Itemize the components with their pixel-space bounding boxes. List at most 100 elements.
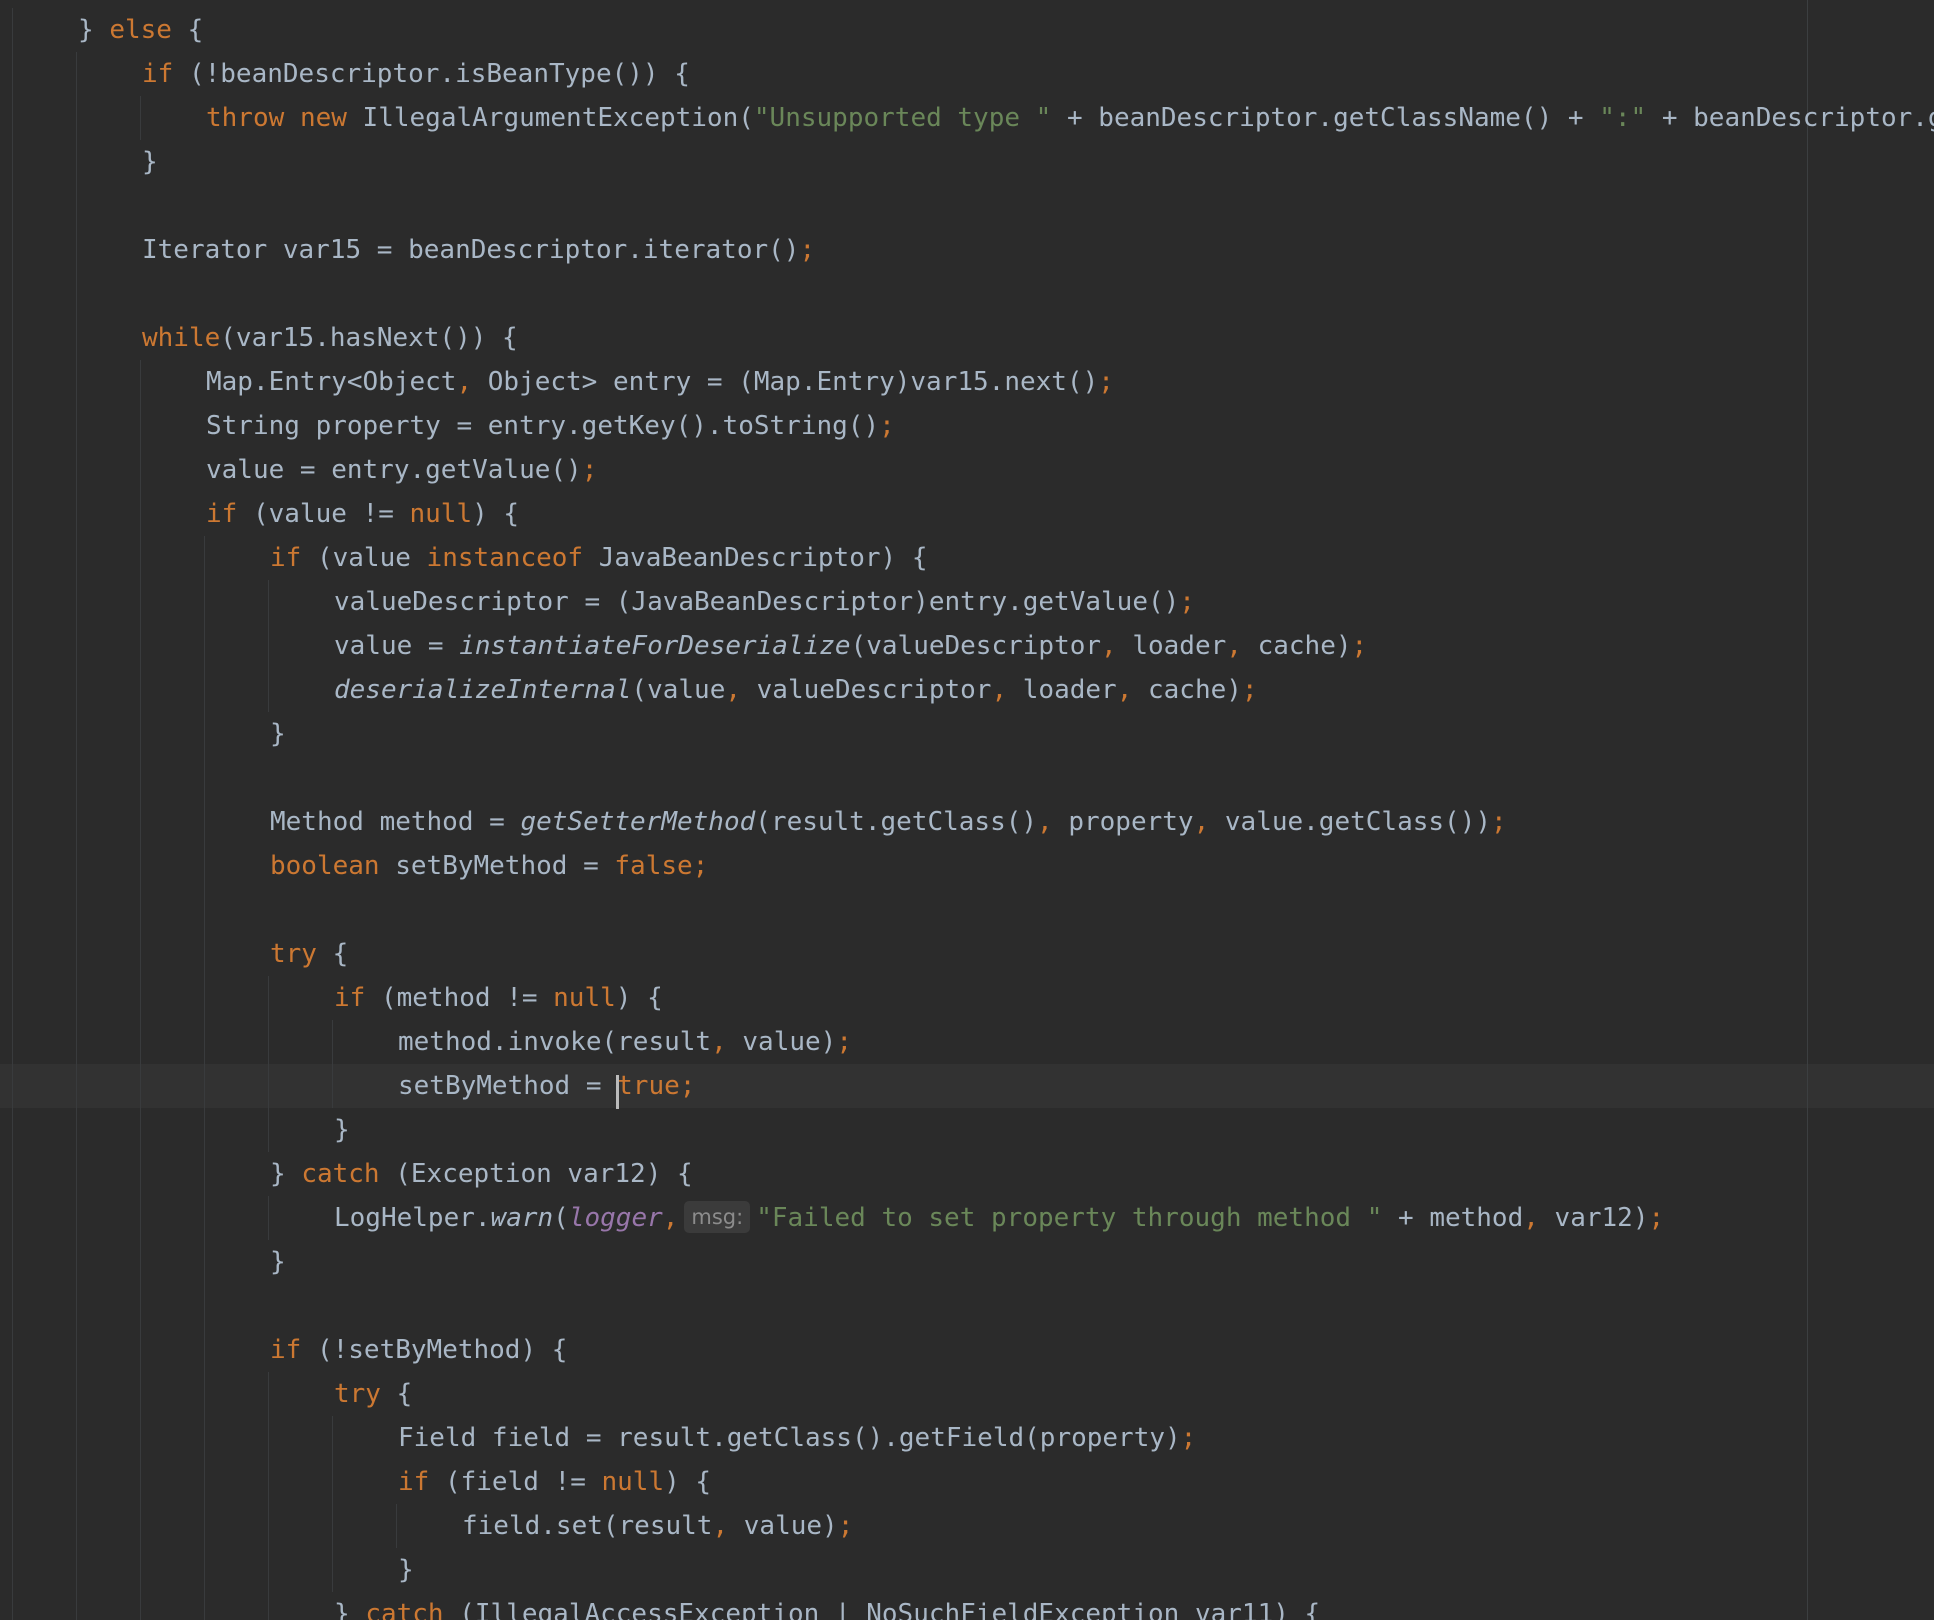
indent-guide <box>12 668 13 712</box>
code-line[interactable]: method.invoke(result, value); <box>0 1020 1934 1064</box>
code-line[interactable]: if (!setByMethod) { <box>0 1328 1934 1372</box>
code-token: } <box>78 15 110 45</box>
indent-guide <box>76 756 77 800</box>
indent-guide <box>204 1416 205 1460</box>
code-token: JavaBeanDescriptor) { <box>583 543 928 573</box>
indent-guide <box>268 1592 269 1620</box>
code-line[interactable]: } else { <box>0 8 1934 52</box>
code-token: ; <box>1098 367 1114 397</box>
indent-guide <box>140 1108 141 1152</box>
indent-guide <box>12 272 13 316</box>
code-token: ; <box>581 455 598 485</box>
indent-guide <box>204 580 205 624</box>
code-token: , <box>1101 631 1117 661</box>
code-token: { <box>171 15 204 45</box>
code-line[interactable]: boolean setByMethod = false; <box>0 844 1934 888</box>
indent-guide <box>12 1416 13 1460</box>
code-line[interactable]: } <box>0 712 1934 756</box>
code-token: getSetterMethod <box>520 807 756 837</box>
code-line[interactable]: } <box>0 1548 1934 1592</box>
code-line[interactable]: Map.Entry<Object, Object> entry = (Map.E… <box>0 360 1934 404</box>
indent-guide <box>12 316 13 360</box>
indent-guide <box>140 976 141 1020</box>
code-line[interactable] <box>0 272 1934 316</box>
code-line[interactable]: value = instantiateForDeserialize(valueD… <box>0 624 1934 668</box>
code-line[interactable] <box>0 888 1934 932</box>
code-line[interactable]: deserializeInternal(value, valueDescript… <box>0 668 1934 712</box>
code-line[interactable]: Field field = result.getClass().getField… <box>0 1416 1934 1460</box>
code-token: } <box>398 1555 414 1585</box>
code-token: ; <box>799 235 816 265</box>
indent-guide <box>140 1064 141 1108</box>
indent-guide <box>12 1196 13 1240</box>
code-token: property <box>1052 807 1194 837</box>
indent-guide <box>204 1020 205 1064</box>
code-line[interactable]: if (field != null) { <box>0 1460 1934 1504</box>
indent-guide <box>140 404 141 448</box>
code-token: if <box>270 543 302 573</box>
code-line[interactable]: valueDescriptor = (JavaBeanDescriptor)en… <box>0 580 1934 624</box>
code-line[interactable]: Method method = getSetterMethod(result.g… <box>0 800 1934 844</box>
indent-guide <box>12 492 13 536</box>
indent-guide <box>140 1328 141 1372</box>
code-line[interactable] <box>0 1284 1934 1328</box>
code-token: method.invoke(result <box>398 1027 712 1057</box>
code-token: if <box>142 59 174 89</box>
indent-guide <box>140 536 141 580</box>
code-line[interactable]: value = entry.getValue(); <box>0 448 1934 492</box>
indent-guide <box>76 888 77 932</box>
code-line[interactable]: } catch (IllegalAccessException | NoSuch… <box>0 1592 1934 1620</box>
code-token: ; <box>1648 1203 1665 1233</box>
indent-guide <box>12 932 13 976</box>
indent-guide <box>140 360 141 404</box>
indent-guide <box>332 1504 333 1548</box>
code-line[interactable]: String property = entry.getKey().toStrin… <box>0 404 1934 448</box>
code-token: cache) <box>1132 675 1242 705</box>
code-token: , <box>456 367 473 397</box>
code-line[interactable]: try { <box>0 932 1934 976</box>
indent-guide <box>12 1592 13 1620</box>
code-line[interactable]: if (value != null) { <box>0 492 1934 536</box>
indent-guide <box>12 756 13 800</box>
code-line[interactable]: if (method != null) { <box>0 976 1934 1020</box>
indent-guide <box>268 1460 269 1504</box>
code-line[interactable]: } catch (Exception var12) { <box>0 1152 1934 1196</box>
indent-guide <box>12 976 13 1020</box>
indent-guide <box>12 1460 13 1504</box>
indent-guide <box>140 1416 141 1460</box>
code-line[interactable]: } <box>0 140 1934 184</box>
indent-guide <box>12 536 13 580</box>
code-line[interactable]: } <box>0 1108 1934 1152</box>
indent-guide <box>140 1196 141 1240</box>
code-line[interactable]: field.set(result, value); <box>0 1504 1934 1548</box>
indent-guide <box>140 932 141 976</box>
code-line[interactable]: if (value instanceof JavaBeanDescriptor)… <box>0 536 1934 580</box>
indent-guide <box>204 756 205 800</box>
code-token: (Exception var12) { <box>379 1159 693 1189</box>
code-token: ; <box>837 1511 854 1541</box>
code-token: (result.getClass() <box>755 807 1038 837</box>
code-line[interactable]: LogHelper.warn(logger, msg: "Failed to set… <box>0 1196 1934 1240</box>
code-token: loader <box>1007 675 1117 705</box>
code-line[interactable] <box>0 184 1934 228</box>
indent-guide <box>204 1108 205 1152</box>
indent-guide <box>12 1020 13 1064</box>
code-line[interactable]: Iterator var15 = beanDescriptor.iterator… <box>0 228 1934 272</box>
code-token: if <box>334 983 366 1013</box>
code-line[interactable]: } <box>0 1240 1934 1284</box>
code-line[interactable]: setByMethod = true; <box>0 1064 1934 1108</box>
code-line[interactable]: try { <box>0 1372 1934 1416</box>
indent-guide <box>332 1416 333 1460</box>
indent-guide <box>396 1504 397 1548</box>
indent-guide <box>204 1372 205 1416</box>
code-line[interactable] <box>0 756 1934 800</box>
code-line[interactable]: while(var15.hasNext()) { <box>0 316 1934 360</box>
code-editor[interactable]: } else {if (!beanDescriptor.isBeanType()… <box>0 0 1934 1620</box>
indent-guide <box>268 976 269 1020</box>
code-token: new <box>299 103 347 133</box>
code-line[interactable]: throw new IllegalArgumentException("Unsu… <box>0 96 1934 140</box>
indent-guide <box>76 1240 77 1284</box>
code-line[interactable]: if (!beanDescriptor.isBeanType()) { <box>0 52 1934 96</box>
code-token: , <box>991 675 1008 705</box>
code-lines[interactable]: } else {if (!beanDescriptor.isBeanType()… <box>0 8 1934 1620</box>
